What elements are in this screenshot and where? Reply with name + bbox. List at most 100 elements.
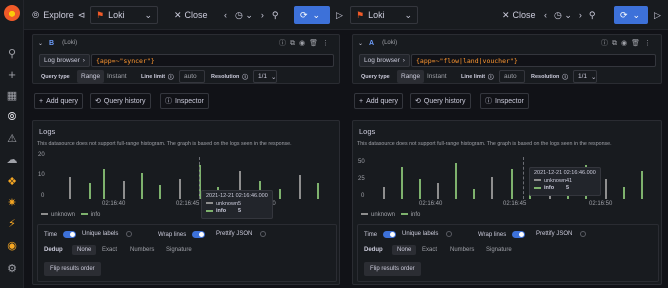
log-browser-button[interactable]: Log browser ›: [359, 54, 410, 67]
left-datasource-picker[interactable]: ⚑ Loki ⌄: [90, 6, 158, 24]
time-toggle[interactable]: [383, 231, 397, 238]
histogram-bar: [317, 183, 319, 199]
clock-icon[interactable]: ◷ ⌄: [235, 10, 253, 21]
tooltip-row: unknown5: [206, 201, 268, 209]
collapse-icon[interactable]: ⌄: [38, 40, 43, 47]
alerting-icon[interactable]: ⚠: [5, 131, 19, 145]
log-browser-button[interactable]: Log browser ›: [39, 54, 90, 67]
query-input[interactable]: {app=~"flow|land|voucher"}: [411, 54, 656, 67]
search-icon[interactable]: ⚲: [5, 46, 19, 60]
dedup-exact[interactable]: Exact: [102, 247, 117, 253]
dedup-none[interactable]: None: [72, 245, 97, 255]
plus-icon[interactable]: +: [5, 67, 19, 82]
logs-panel: Logs This datasource does not support fu…: [32, 120, 340, 285]
tooltip-time: 2021-12-21 02:16:46.000: [534, 170, 596, 176]
close-split-button[interactable]: ✕ Close: [174, 0, 208, 30]
tooltip-series: info: [216, 208, 227, 214]
add-query-button[interactable]: + Add query: [34, 93, 84, 109]
wrap-lines-toggle[interactable]: [192, 231, 206, 238]
line-limit-input[interactable]: auto: [499, 70, 525, 83]
resolution-select[interactable]: 1/1 ⌄: [253, 70, 277, 83]
shield-icon[interactable]: ✷: [5, 195, 19, 209]
line-limit-label: Line limit ⓘ: [137, 70, 178, 83]
live-button[interactable]: ▷: [336, 0, 343, 30]
dedup-none[interactable]: None: [392, 245, 417, 255]
explore-icon: ⦾: [32, 9, 40, 20]
chevron-right-icon[interactable]: ›: [261, 10, 264, 20]
prettify-json-toggle[interactable]: [580, 231, 587, 237]
dedup-exact[interactable]: Exact: [422, 247, 437, 253]
query-row-actions[interactable]: ⓘ⧉◉🗑⋮: [601, 38, 655, 48]
dashboards-icon[interactable]: ▦: [5, 88, 19, 102]
zoom-out-icon[interactable]: ⚲: [589, 10, 596, 21]
inspector-label: Inspector: [495, 97, 524, 105]
resolution-select[interactable]: 1/1 ⌄: [573, 70, 597, 83]
time-toggle[interactable]: [63, 231, 77, 238]
close-split-button[interactable]: ✕ Close: [502, 0, 536, 30]
globe-icon[interactable]: ◉: [5, 238, 19, 252]
chevron-left-icon[interactable]: ‹: [224, 10, 227, 20]
query-input[interactable]: {app=~"syncer"}: [91, 54, 334, 67]
prettify-json-toggle[interactable]: [260, 231, 267, 237]
tooltip-series: unknown: [216, 200, 239, 207]
plugin-icon[interactable]: ❖: [5, 174, 19, 188]
unique-labels-toggle[interactable]: [446, 231, 453, 237]
dedup-signature[interactable]: Signature: [486, 247, 512, 253]
plugin2-icon[interactable]: ⚡: [5, 216, 19, 230]
query-history-label: Query history: [103, 97, 146, 105]
range-option[interactable]: Range: [397, 70, 425, 83]
y-tick: 0: [41, 193, 45, 199]
query-history-button[interactable]: ⟲ Query history: [410, 93, 471, 109]
query-row-actions[interactable]: ⓘ⧉◉🗑⋮: [279, 38, 333, 48]
zoom-out-icon[interactable]: ⚲: [272, 10, 279, 21]
dedup-signature[interactable]: Signature: [166, 247, 192, 253]
share-icon[interactable]: ⊲: [78, 10, 86, 21]
wrap-lines-toggle[interactable]: [512, 231, 526, 238]
legend-item-unknown[interactable]: unknown: [371, 212, 395, 218]
run-query-button[interactable]: ⟳ ⌄: [614, 6, 648, 24]
unique-labels-toggle[interactable]: [126, 231, 133, 237]
range-option[interactable]: Range: [77, 70, 105, 83]
histogram-bar: [455, 163, 457, 199]
sidebar: ⚲ + ▦ ⦾ ⚠ ☁ ❖ ✷ ⚡ ◉ ⚙: [0, 0, 24, 288]
grafana-logo-icon[interactable]: [4, 5, 20, 21]
chevron-right-icon[interactable]: ›: [579, 10, 582, 20]
query-letter: A: [369, 39, 375, 47]
legend-item-info[interactable]: info: [411, 212, 421, 218]
time-label: Time: [44, 231, 58, 238]
instant-option[interactable]: Instant: [103, 70, 131, 83]
instant-option[interactable]: Instant: [423, 70, 451, 83]
run-query-button[interactable]: ⟳ ⌄: [294, 6, 330, 24]
right-datasource-picker[interactable]: ⚑ Loki ⌄: [350, 6, 418, 24]
live-button[interactable]: ▷: [654, 0, 661, 30]
logs-title: Logs: [359, 127, 376, 136]
clock-icon[interactable]: ◷ ⌄: [554, 10, 572, 21]
add-query-button[interactable]: + Add query: [354, 93, 404, 109]
explore-icon[interactable]: ⦾: [5, 110, 19, 124]
chevron-right-icon: ›: [402, 57, 405, 64]
collapse-icon[interactable]: ⌄: [358, 40, 363, 47]
legend-item-info[interactable]: info: [91, 212, 101, 218]
dedup-numbers[interactable]: Numbers: [130, 247, 154, 253]
flip-results-button[interactable]: Flip results order: [44, 262, 101, 276]
chevron-left-icon[interactable]: ‹: [544, 10, 547, 20]
query-history-button[interactable]: ⟲ Query history: [90, 93, 151, 109]
legend-item-unknown[interactable]: unknown: [51, 212, 75, 218]
histogram-bar: [279, 189, 281, 199]
gear-icon[interactable]: ⚙: [5, 261, 19, 275]
unique-labels-label: Unique labels: [402, 231, 439, 237]
datasource-name: Loki: [368, 10, 385, 20]
close-label: Close: [184, 10, 208, 20]
unique-labels-label: Unique labels: [82, 231, 119, 237]
line-limit-input[interactable]: auto: [179, 70, 205, 83]
histogram-bar: [605, 179, 607, 199]
cloud-icon[interactable]: ☁: [5, 152, 19, 166]
inspector-button[interactable]: ⓘ Inspector: [160, 93, 209, 109]
y-tick: 0: [361, 193, 365, 199]
wrap-lines-label: Wrap lines: [478, 231, 507, 238]
resolution-label: Resolution ⓘ: [207, 70, 252, 83]
logs-title: Logs: [39, 127, 56, 136]
dedup-numbers[interactable]: Numbers: [450, 247, 474, 253]
flip-results-button[interactable]: Flip results order: [364, 262, 421, 276]
inspector-button[interactable]: ⓘ Inspector: [480, 93, 529, 109]
